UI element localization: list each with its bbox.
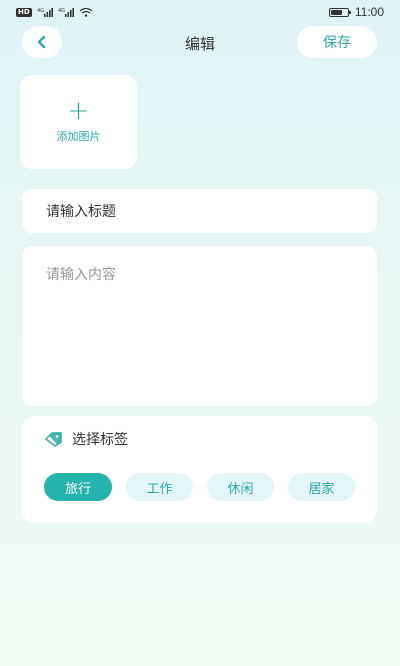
status-bar-left: HD 4G 4G	[16, 7, 93, 17]
status-bar: HD 4G 4G 11:00	[0, 0, 400, 24]
signal-icon-2: 4G	[58, 8, 74, 17]
tag-work[interactable]: 工作	[126, 473, 193, 501]
title-input[interactable]: 请输入标题	[22, 189, 377, 233]
tag-home[interactable]: 居家	[288, 473, 355, 501]
signal-icon: 4G	[37, 8, 53, 17]
tags-header: 选择标签	[44, 429, 128, 449]
wifi-icon	[79, 7, 93, 17]
status-bar-right: 11:00	[328, 5, 384, 19]
status-time: 11:00	[354, 5, 384, 19]
tag-icon	[45, 432, 62, 447]
hd-badge: HD	[16, 7, 32, 17]
tag-travel[interactable]: 旅行	[44, 473, 112, 501]
svg-text:4G: 4G	[37, 8, 44, 14]
plus-icon: +	[67, 96, 90, 126]
add-image-label: 添加图片	[56, 130, 101, 143]
tags-card: 选择标签 旅行 工作 休闲 居家	[22, 416, 377, 523]
svg-text:4G: 4G	[58, 8, 65, 14]
battery-icon	[328, 7, 351, 17]
tag-list: 旅行 工作 休闲 居家	[44, 473, 355, 501]
add-image-button[interactable]: + 添加图片	[20, 75, 137, 169]
save-button[interactable]: 保存	[297, 26, 377, 58]
tags-header-label: 选择标签	[72, 432, 128, 448]
content-textarea[interactable]: 请输入内容	[22, 246, 377, 406]
tag-leisure[interactable]: 休闲	[207, 473, 274, 501]
